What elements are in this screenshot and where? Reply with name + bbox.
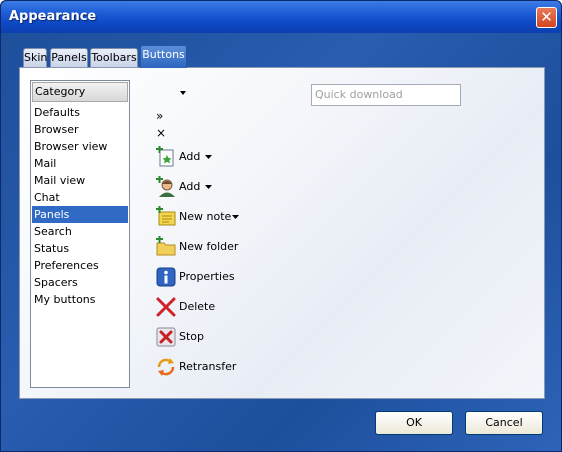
list-item-selected[interactable]: Panels — [32, 206, 128, 223]
stop-icon — [156, 327, 176, 347]
dropdown-arrow-icon[interactable] — [205, 185, 212, 190]
add-contact-label: Add — [179, 180, 201, 193]
window-title: Appearance — [9, 9, 97, 24]
new-note-icon — [156, 206, 176, 226]
new-folder-label: New folder — [179, 240, 239, 253]
info-icon — [156, 267, 176, 287]
add-page-label: Add — [179, 150, 201, 163]
close-button[interactable]: ✕ — [536, 7, 557, 28]
list-item[interactable]: Mail — [32, 155, 128, 172]
add-contact-icon — [156, 176, 175, 197]
chevron-icon[interactable]: » — [156, 109, 163, 123]
list-item[interactable]: Defaults — [32, 104, 128, 121]
close-x-icon[interactable]: × — [156, 126, 166, 140]
tab-skin[interactable]: Skin — [23, 48, 47, 67]
quick-download-field[interactable]: Quick download — [311, 84, 461, 106]
stop-label: Stop — [179, 330, 205, 343]
list-item[interactable]: Mail view — [32, 172, 128, 189]
tab-buttons[interactable]: Buttons — [140, 45, 187, 68]
dropdown-arrow-icon[interactable] — [205, 155, 212, 160]
cancel-button[interactable]: Cancel — [465, 411, 543, 435]
list-item[interactable]: Chat — [32, 189, 128, 206]
tab-toolbars[interactable]: Toolbars — [90, 48, 138, 67]
properties-label: Properties — [179, 270, 235, 283]
retransfer-icon — [157, 358, 175, 376]
list-item[interactable]: Browser view — [32, 138, 128, 155]
category-list[interactable]: Category Defaults Browser Browser view M… — [30, 80, 130, 388]
new-folder-icon — [156, 236, 176, 256]
list-item[interactable]: Status — [32, 240, 128, 257]
list-item[interactable]: My buttons — [32, 291, 128, 308]
tab-panels[interactable]: Panels — [50, 48, 88, 67]
new-note-label: New note — [179, 210, 232, 223]
retransfer-label: Retransfer — [179, 360, 237, 373]
list-item[interactable]: Search — [32, 223, 128, 240]
close-icon: ✕ — [540, 8, 553, 26]
delete-label: Delete — [179, 300, 216, 313]
dropdown-arrow-icon[interactable] — [179, 90, 187, 96]
list-item[interactable]: Preferences — [32, 257, 128, 274]
title-bar[interactable]: Appearance ✕ — [1, 1, 561, 33]
category-list-header[interactable]: Category — [32, 82, 128, 102]
appearance-dialog: Appearance ✕ Skin Panels Toolbars Button… — [0, 0, 562, 452]
list-item[interactable]: Browser — [32, 121, 128, 138]
list-item[interactable]: Spacers — [32, 274, 128, 291]
buttons-panel: Category Defaults Browser Browser view M… — [19, 67, 545, 399]
ok-button[interactable]: OK — [375, 411, 453, 435]
dropdown-arrow-icon[interactable] — [232, 215, 239, 220]
add-page-icon — [156, 146, 174, 167]
delete-icon — [156, 297, 176, 317]
